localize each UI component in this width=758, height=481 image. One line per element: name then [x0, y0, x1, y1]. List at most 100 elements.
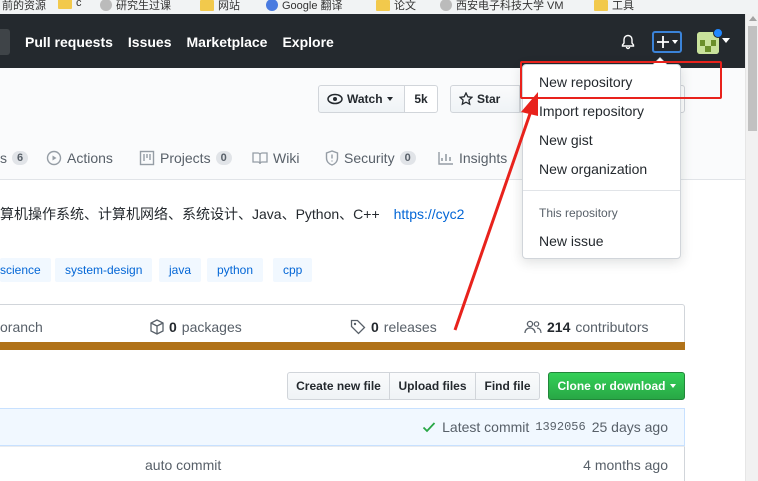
star-button[interactable]: Star	[450, 85, 520, 113]
topic-tag[interactable]: java	[159, 258, 202, 282]
notification-dot	[713, 28, 723, 38]
tab-insights[interactable]: Insights	[438, 150, 507, 166]
chevron-down-icon	[669, 384, 676, 388]
bookmark-item[interactable]: c	[58, 0, 82, 9]
chevron-down-icon[interactable]	[722, 38, 730, 43]
tab-label: Actions	[67, 150, 113, 166]
watch-button[interactable]: Watch	[318, 85, 405, 113]
topic-tag[interactable]: system-design	[55, 258, 153, 282]
bookmark-item[interactable]: 西安电子科技大学 VM	[440, 0, 564, 13]
table-row: auto commit 4 months ago	[0, 446, 685, 481]
commit-message[interactable]: auto commit	[145, 457, 221, 473]
bookmark-item[interactable]: 工具	[594, 0, 634, 13]
homepage-link[interactable]: https://cyc2	[394, 206, 465, 222]
search-input-edge[interactable]	[0, 29, 10, 55]
bookmark-item[interactable]: 论文	[376, 0, 416, 13]
tab-label: s	[0, 150, 7, 166]
project-icon	[139, 150, 155, 166]
contributors-summary[interactable]: 214 contributors	[524, 319, 649, 335]
branch-label: oranch	[0, 319, 43, 335]
tab-label: Security	[344, 150, 395, 166]
bookmark-item[interactable]: 前的资源	[2, 0, 46, 13]
find-file-button[interactable]: Find file	[475, 372, 540, 400]
star-label: Star	[477, 92, 501, 106]
nav-pull-requests[interactable]: Pull requests	[25, 34, 113, 50]
menu-item-new-issue[interactable]: New issue	[539, 233, 604, 249]
topic-tag[interactable]: python	[207, 258, 264, 282]
packages-summary[interactable]: 0 packages	[150, 319, 242, 335]
tab-issues[interactable]: s 6	[0, 150, 29, 166]
numbers-summary: oranch 0 packages 0 releases 214 contrib…	[0, 304, 685, 350]
tab-projects[interactable]: Projects 0	[139, 150, 232, 166]
topic-tag[interactable]: science	[0, 258, 51, 282]
folder-icon	[200, 0, 214, 11]
menu-item-new-organization[interactable]: New organization	[539, 161, 647, 177]
commit-sha[interactable]: 1392056	[535, 420, 585, 434]
create-new-file-button[interactable]: Create new file	[287, 372, 390, 400]
star-icon	[459, 92, 473, 106]
watch-label: Watch	[347, 92, 383, 106]
watch-count[interactable]: 5k	[404, 85, 438, 113]
annotation-highlight-box	[520, 61, 722, 99]
chevron-down-icon	[386, 97, 393, 101]
check-icon	[423, 422, 436, 433]
header-nav: Pull requests Issues Marketplace Explore	[25, 34, 334, 50]
releases-summary[interactable]: 0 releases	[350, 319, 437, 335]
nav-issues[interactable]: Issues	[128, 34, 172, 50]
plus-icon	[657, 36, 669, 48]
tab-label: Projects	[160, 150, 211, 166]
menu-divider	[523, 190, 680, 191]
description-text: 算机操作系统、计算机网络、系统设计、Java、Python、C++	[0, 206, 380, 222]
site-icon	[440, 0, 452, 11]
package-icon	[150, 319, 164, 335]
site-icon	[100, 0, 112, 11]
bookmark-label: 网站	[218, 0, 240, 12]
translate-icon	[266, 0, 278, 11]
folder-icon	[376, 0, 390, 11]
tag-icon	[350, 319, 366, 335]
upload-files-button[interactable]: Upload files	[389, 372, 476, 400]
tab-wiki[interactable]: Wiki	[252, 150, 299, 166]
bookmark-item[interactable]: 研究生过课	[100, 0, 171, 13]
tab-actions[interactable]: Actions	[46, 150, 113, 166]
tab-count-badge: 0	[215, 151, 232, 165]
bookmark-item[interactable]: Google 翻译	[266, 0, 343, 13]
tab-security[interactable]: Security 0	[325, 150, 416, 166]
folder-icon	[594, 0, 608, 11]
menu-section-header: This repository	[539, 206, 618, 220]
book-icon	[252, 152, 268, 165]
play-circle-icon	[46, 150, 62, 166]
latest-commit-bar: Latest commit 1392056 25 days ago	[0, 408, 685, 446]
tab-label: Insights	[459, 150, 508, 166]
scrollbar-thumb[interactable]	[748, 26, 757, 131]
bookmark-item[interactable]: 网站	[200, 0, 240, 13]
bookmark-label: c	[76, 0, 82, 9]
shield-icon	[325, 150, 339, 166]
bookmark-label: 研究生过课	[116, 0, 171, 12]
scroll-up-icon[interactable]	[749, 16, 757, 21]
nav-marketplace[interactable]: Marketplace	[187, 34, 268, 50]
bell-icon[interactable]	[620, 34, 636, 50]
contributors-label: contributors	[575, 319, 649, 335]
tab-count-badge: 6	[12, 151, 29, 165]
tab-count-badge: 0	[399, 151, 416, 165]
packages-count: 0	[169, 319, 177, 335]
bookmark-label: 工具	[612, 0, 634, 12]
menu-item-new-gist[interactable]: New gist	[539, 132, 593, 148]
menu-item-import-repository[interactable]: Import repository	[539, 103, 644, 119]
clone-or-download-button[interactable]: Clone or download	[548, 372, 685, 400]
contributors-count: 214	[547, 319, 571, 335]
create-new-button[interactable]	[652, 31, 682, 53]
bookmark-label: 论文	[394, 0, 416, 12]
eye-icon	[327, 93, 343, 105]
branch-summary[interactable]: oranch	[0, 319, 43, 335]
nav-explore[interactable]: Explore	[282, 34, 333, 50]
page-scrollbar[interactable]	[745, 14, 758, 481]
commit-info: Latest commit 1392056 25 days ago	[422, 419, 668, 435]
repo-description: 算机操作系统、计算机网络、系统设计、Java、Python、C++ https:/…	[0, 204, 464, 224]
topic-tag[interactable]: cpp	[273, 258, 313, 282]
chevron-down-icon	[672, 40, 678, 44]
releases-label: releases	[383, 319, 437, 335]
packages-label: packages	[181, 319, 242, 335]
language-bar[interactable]	[0, 342, 685, 350]
